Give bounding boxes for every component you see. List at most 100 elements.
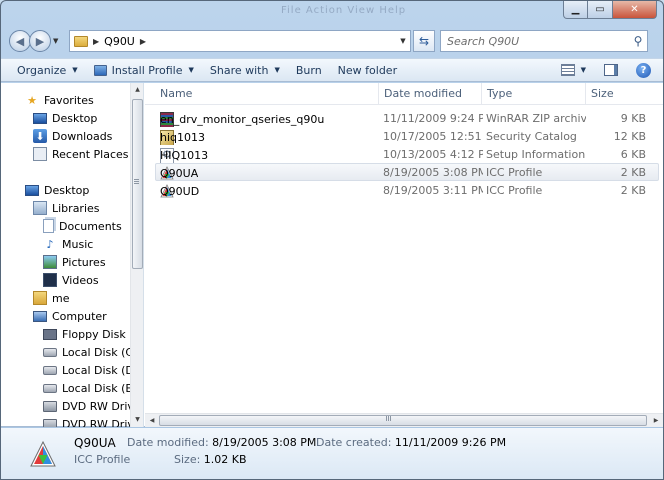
nav-label: Music (62, 237, 94, 251)
details-label: Date modified: (127, 436, 209, 449)
nav-favorites[interactable]: ★ Favorites (25, 91, 94, 109)
explorer-window: File Action View Help ▁ ▭ ✕ ◀ ▶ ▼ ▶ Q90U… (0, 0, 664, 480)
nav-local-disk-d[interactable]: Local Disk (D:) (43, 361, 142, 379)
details-label: Size: (174, 453, 201, 466)
file-row[interactable]: HIQ1013 10/13/2005 4:12 PM Setup Informa… (155, 145, 659, 163)
nav-label: Local Disk (E:) (62, 381, 141, 395)
nav-pictures[interactable]: Pictures (43, 253, 106, 271)
organize-button[interactable]: Organize ▼ (9, 60, 86, 80)
libraries-icon (33, 201, 47, 215)
scroll-left-icon[interactable]: ◀ (145, 414, 159, 427)
file-name: Q90UD (160, 185, 200, 198)
horizontal-scrollbar[interactable]: ◀ ▶ (145, 413, 663, 427)
details-value: 8/19/2005 3:08 PM (212, 436, 317, 449)
close-button[interactable]: ✕ (613, 1, 657, 19)
nav-floppy-drive[interactable]: Floppy Disk Dri (43, 325, 143, 343)
file-date: 11/11/2009 9:24 PM (383, 112, 483, 125)
refresh-button[interactable]: ⇆ (413, 30, 435, 52)
burn-button[interactable]: Burn (288, 60, 330, 80)
file-row-selected[interactable]: Q90UA 8/19/2005 3:08 PM ICC Profile 2 KB (155, 163, 659, 181)
hard-disk-icon (43, 383, 57, 393)
column-date-modified[interactable]: Date modified (378, 83, 482, 105)
column-name[interactable]: Name (155, 83, 379, 105)
nav-recent-places[interactable]: Recent Places (33, 145, 129, 163)
chevron-right-icon[interactable]: ▶ (140, 37, 146, 46)
install-profile-label: Install Profile (111, 63, 183, 77)
nav-label: Favorites (44, 93, 94, 107)
new-folder-button[interactable]: New folder (330, 60, 405, 80)
nav-computer[interactable]: Computer (33, 307, 107, 325)
file-row[interactable]: en_drv_monitor_qseries_q90u 11/11/2009 9… (155, 109, 659, 127)
recent-pages-dropdown[interactable]: ▼ (53, 37, 65, 45)
folder-icon (74, 35, 88, 47)
chevron-down-icon: ▼ (72, 66, 78, 74)
command-toolbar: Organize ▼ Install Profile ▼ Share with ▼ B… (1, 58, 663, 82)
views-dropdown-icon[interactable]: ▼ (581, 66, 586, 74)
preview-pane-icon[interactable] (604, 64, 618, 76)
system-disk-icon (43, 347, 57, 357)
details-size: Size: 1.02 KB (174, 453, 247, 466)
nav-videos[interactable]: Videos (43, 271, 99, 289)
downloads-icon: ⬇ (33, 129, 47, 143)
nav-local-disk-c[interactable]: Local Disk (C:) (43, 343, 141, 361)
file-size: 6 KB (620, 148, 646, 161)
details-date-modified: Date modified: 8/19/2005 3:08 PM (127, 436, 316, 449)
scroll-grip-icon (134, 179, 139, 185)
maximize-button[interactable]: ▭ (588, 1, 613, 19)
file-list: Name Date modified Type Size en_drv_moni… (145, 83, 663, 427)
search-input[interactable] (447, 34, 629, 48)
scroll-grip-icon (386, 416, 392, 421)
nav-pane-scrollbar[interactable]: ▲ ▼ (130, 83, 143, 427)
install-profile-button[interactable]: Install Profile ▼ (86, 60, 202, 80)
chevron-right-icon[interactable]: ▶ (93, 37, 99, 46)
nav-downloads[interactable]: ⬇ Downloads (33, 127, 112, 145)
desktop-icon (25, 184, 39, 196)
nav-desktop-favorite[interactable]: Desktop (33, 109, 97, 127)
share-with-button[interactable]: Share with ▼ (202, 60, 288, 80)
file-date: 10/13/2005 4:12 PM (383, 148, 483, 161)
change-view-icon[interactable] (560, 64, 575, 76)
address-dropdown-icon[interactable]: ▼ (396, 37, 410, 45)
nav-label: Pictures (62, 255, 106, 269)
nav-user-folder[interactable]: me (33, 289, 69, 307)
nav-libraries[interactable]: Libraries (33, 199, 100, 217)
music-icon: ♪ (46, 237, 54, 251)
help-icon[interactable]: ? (636, 62, 651, 78)
nav-dvd-drive-1[interactable]: DVD RW Drive ( (43, 397, 143, 415)
column-type[interactable]: Type (481, 83, 585, 105)
nav-desktop[interactable]: Desktop (25, 181, 89, 199)
dvd-drive-icon (43, 418, 57, 427)
search-box[interactable]: ⚲ (440, 30, 648, 52)
scroll-right-icon[interactable]: ▶ (649, 414, 663, 427)
chevron-down-icon: ▼ (188, 66, 194, 74)
file-type: Security Catalog (486, 130, 577, 143)
nav-music[interactable]: ♪ Music (43, 235, 93, 253)
file-row[interactable]: hiq1013 10/17/2005 12:51 ... Security Ca… (155, 127, 659, 145)
forward-button[interactable]: ▶ (29, 30, 51, 52)
file-size: 2 KB (620, 184, 646, 197)
address-bar[interactable]: ▶ Q90U ▶ ▼ (69, 30, 411, 52)
search-icon[interactable]: ⚲ (629, 34, 647, 48)
minimize-button[interactable]: ▁ (563, 1, 588, 19)
monitor-icon (93, 64, 107, 76)
file-type: ICC Profile (486, 166, 543, 179)
documents-icon (43, 219, 54, 233)
nav-label: Desktop (44, 183, 90, 197)
breadcrumb-q90u[interactable]: Q90U (104, 35, 135, 48)
scroll-down-icon[interactable]: ▼ (131, 413, 143, 427)
details-value: 11/11/2009 9:26 PM (394, 436, 507, 449)
chevron-down-icon: ▼ (274, 66, 280, 74)
file-type: ICC Profile (486, 184, 543, 197)
details-date-created: Date created: 11/11/2009 9:26 PM (316, 436, 506, 449)
column-size[interactable]: Size (585, 83, 661, 105)
file-name: en_drv_monitor_qseries_q90u (160, 113, 325, 126)
horizontal-scroll-thumb[interactable] (159, 415, 647, 426)
nav-documents[interactable]: Documents (43, 217, 122, 235)
file-row[interactable]: Q90UD 8/19/2005 3:11 PM ICC Profile 2 KB (155, 181, 659, 199)
nav-dvd-drive-2[interactable]: DVD RW Drive ( (43, 415, 143, 427)
nav-local-disk-e[interactable]: Local Disk (E:) (43, 379, 140, 397)
scroll-up-icon[interactable]: ▲ (131, 83, 143, 97)
back-button[interactable]: ◀ (9, 30, 31, 52)
arrow-right-icon: ▶ (35, 34, 45, 48)
file-size: 12 KB (613, 130, 646, 143)
